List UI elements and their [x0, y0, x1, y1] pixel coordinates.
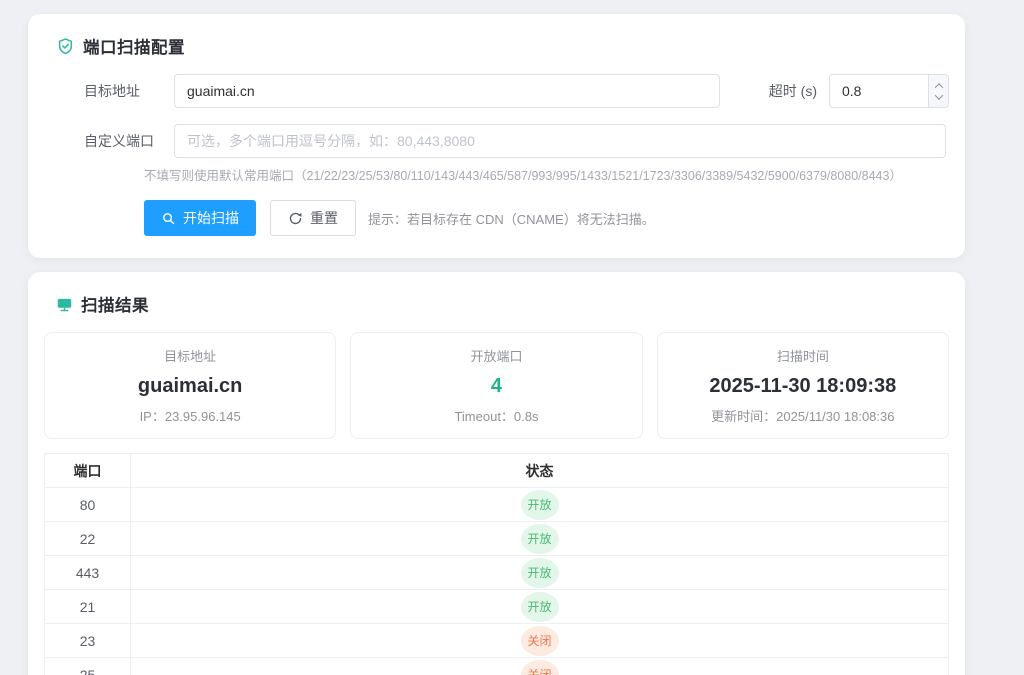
shield-check-icon: [56, 37, 75, 56]
target-row: 目标地址 超时 (s): [44, 74, 949, 108]
status-cell: 开放: [131, 556, 949, 590]
status-badge: 关闭: [521, 660, 559, 675]
timeout-stepper: [829, 74, 949, 108]
port-results-table: 端口 状态 80 开放 22 开放 443 开放 21 开放 23 关闭: [44, 453, 949, 675]
summary-label: 目标地址: [55, 346, 325, 365]
scan-results-title: 扫描结果: [81, 292, 149, 316]
custom-ports-input[interactable]: [174, 124, 946, 158]
action-row: 开始扫描 重置 提示：若目标存在 CDN（CNAME）将无法扫描。: [144, 200, 949, 236]
table-header-row: 端口 状态: [45, 454, 949, 488]
scan-config-title: 端口扫描配置: [83, 34, 185, 58]
table-row: 80 开放: [45, 488, 949, 522]
ports-label: 自定义端口: [84, 131, 174, 151]
start-scan-label: 开始扫描: [183, 208, 239, 228]
monitor-icon: [56, 296, 73, 313]
status-badge: 开放: [521, 524, 559, 554]
port-cell: 443: [45, 556, 131, 590]
refresh-icon: [288, 211, 303, 226]
status-cell: 开放: [131, 590, 949, 624]
scan-config-card: 端口扫描配置 目标地址 超时 (s) 自定义端口 不填写则使用默认常用端口（21…: [28, 14, 965, 258]
reset-button[interactable]: 重置: [270, 200, 356, 236]
port-column-header: 端口: [45, 454, 131, 488]
search-icon: [161, 211, 176, 226]
scan-results-header: 扫描结果: [44, 292, 949, 316]
status-badge: 开放: [521, 558, 559, 588]
ports-row: 自定义端口: [44, 124, 949, 158]
port-cell: 80: [45, 488, 131, 522]
timeout-label: 超时 (s): [769, 81, 817, 101]
ports-help-text: 不填写则使用默认常用端口（21/22/23/25/53/80/110/143/4…: [144, 165, 949, 184]
summary-card: 开放端口 4 Timeout：0.8s: [350, 332, 642, 439]
summary-row: 目标地址 guaimai.cn IP：23.95.96.145 开放端口 4 T…: [44, 332, 949, 439]
table-row: 23 关闭: [45, 624, 949, 658]
start-scan-button[interactable]: 开始扫描: [144, 200, 256, 236]
status-column-header: 状态: [131, 454, 949, 488]
status-badge: 开放: [521, 490, 559, 520]
port-cell: 23: [45, 624, 131, 658]
table-row: 22 开放: [45, 522, 949, 556]
status-cell: 关闭: [131, 624, 949, 658]
summary-card: 目标地址 guaimai.cn IP：23.95.96.145: [44, 332, 336, 439]
summary-value: 4: [361, 373, 631, 399]
spinner-down-icon[interactable]: [934, 91, 942, 99]
table-row: 21 开放: [45, 590, 949, 624]
scan-config-header: 端口扫描配置: [44, 34, 949, 58]
summary-card: 扫描时间 2025-11-30 18:09:38 更新时间：2025/11/30…: [657, 332, 949, 439]
page: 端口扫描配置 目标地址 超时 (s) 自定义端口 不填写则使用默认常用端口（21…: [0, 0, 1024, 675]
status-badge: 开放: [521, 592, 559, 622]
status-badge: 关闭: [521, 626, 559, 656]
number-spinner[interactable]: [928, 75, 948, 107]
cdn-hint-text: 提示：若目标存在 CDN（CNAME）将无法扫描。: [368, 209, 655, 228]
reset-label: 重置: [310, 208, 338, 228]
summary-sub: IP：23.95.96.145: [55, 406, 325, 425]
summary-label: 开放端口: [361, 346, 631, 365]
port-cell: 22: [45, 522, 131, 556]
status-cell: 关闭: [131, 658, 949, 675]
target-input[interactable]: [174, 74, 720, 108]
status-cell: 开放: [131, 522, 949, 556]
summary-value: guaimai.cn: [55, 373, 325, 399]
summary-label: 扫描时间: [668, 346, 938, 365]
table-row: 25 关闭: [45, 658, 949, 675]
summary-sub: Timeout：0.8s: [361, 406, 631, 425]
port-cell: 21: [45, 590, 131, 624]
timeout-group: 超时 (s): [769, 74, 949, 108]
target-label: 目标地址: [84, 81, 174, 101]
summary-value: 2025-11-30 18:09:38: [668, 373, 938, 399]
status-cell: 开放: [131, 488, 949, 522]
scan-results-card: 扫描结果 目标地址 guaimai.cn IP：23.95.96.145 开放端…: [28, 272, 965, 675]
table-row: 443 开放: [45, 556, 949, 590]
summary-sub: 更新时间：2025/11/30 18:08:36: [668, 406, 938, 425]
port-cell: 25: [45, 658, 131, 675]
